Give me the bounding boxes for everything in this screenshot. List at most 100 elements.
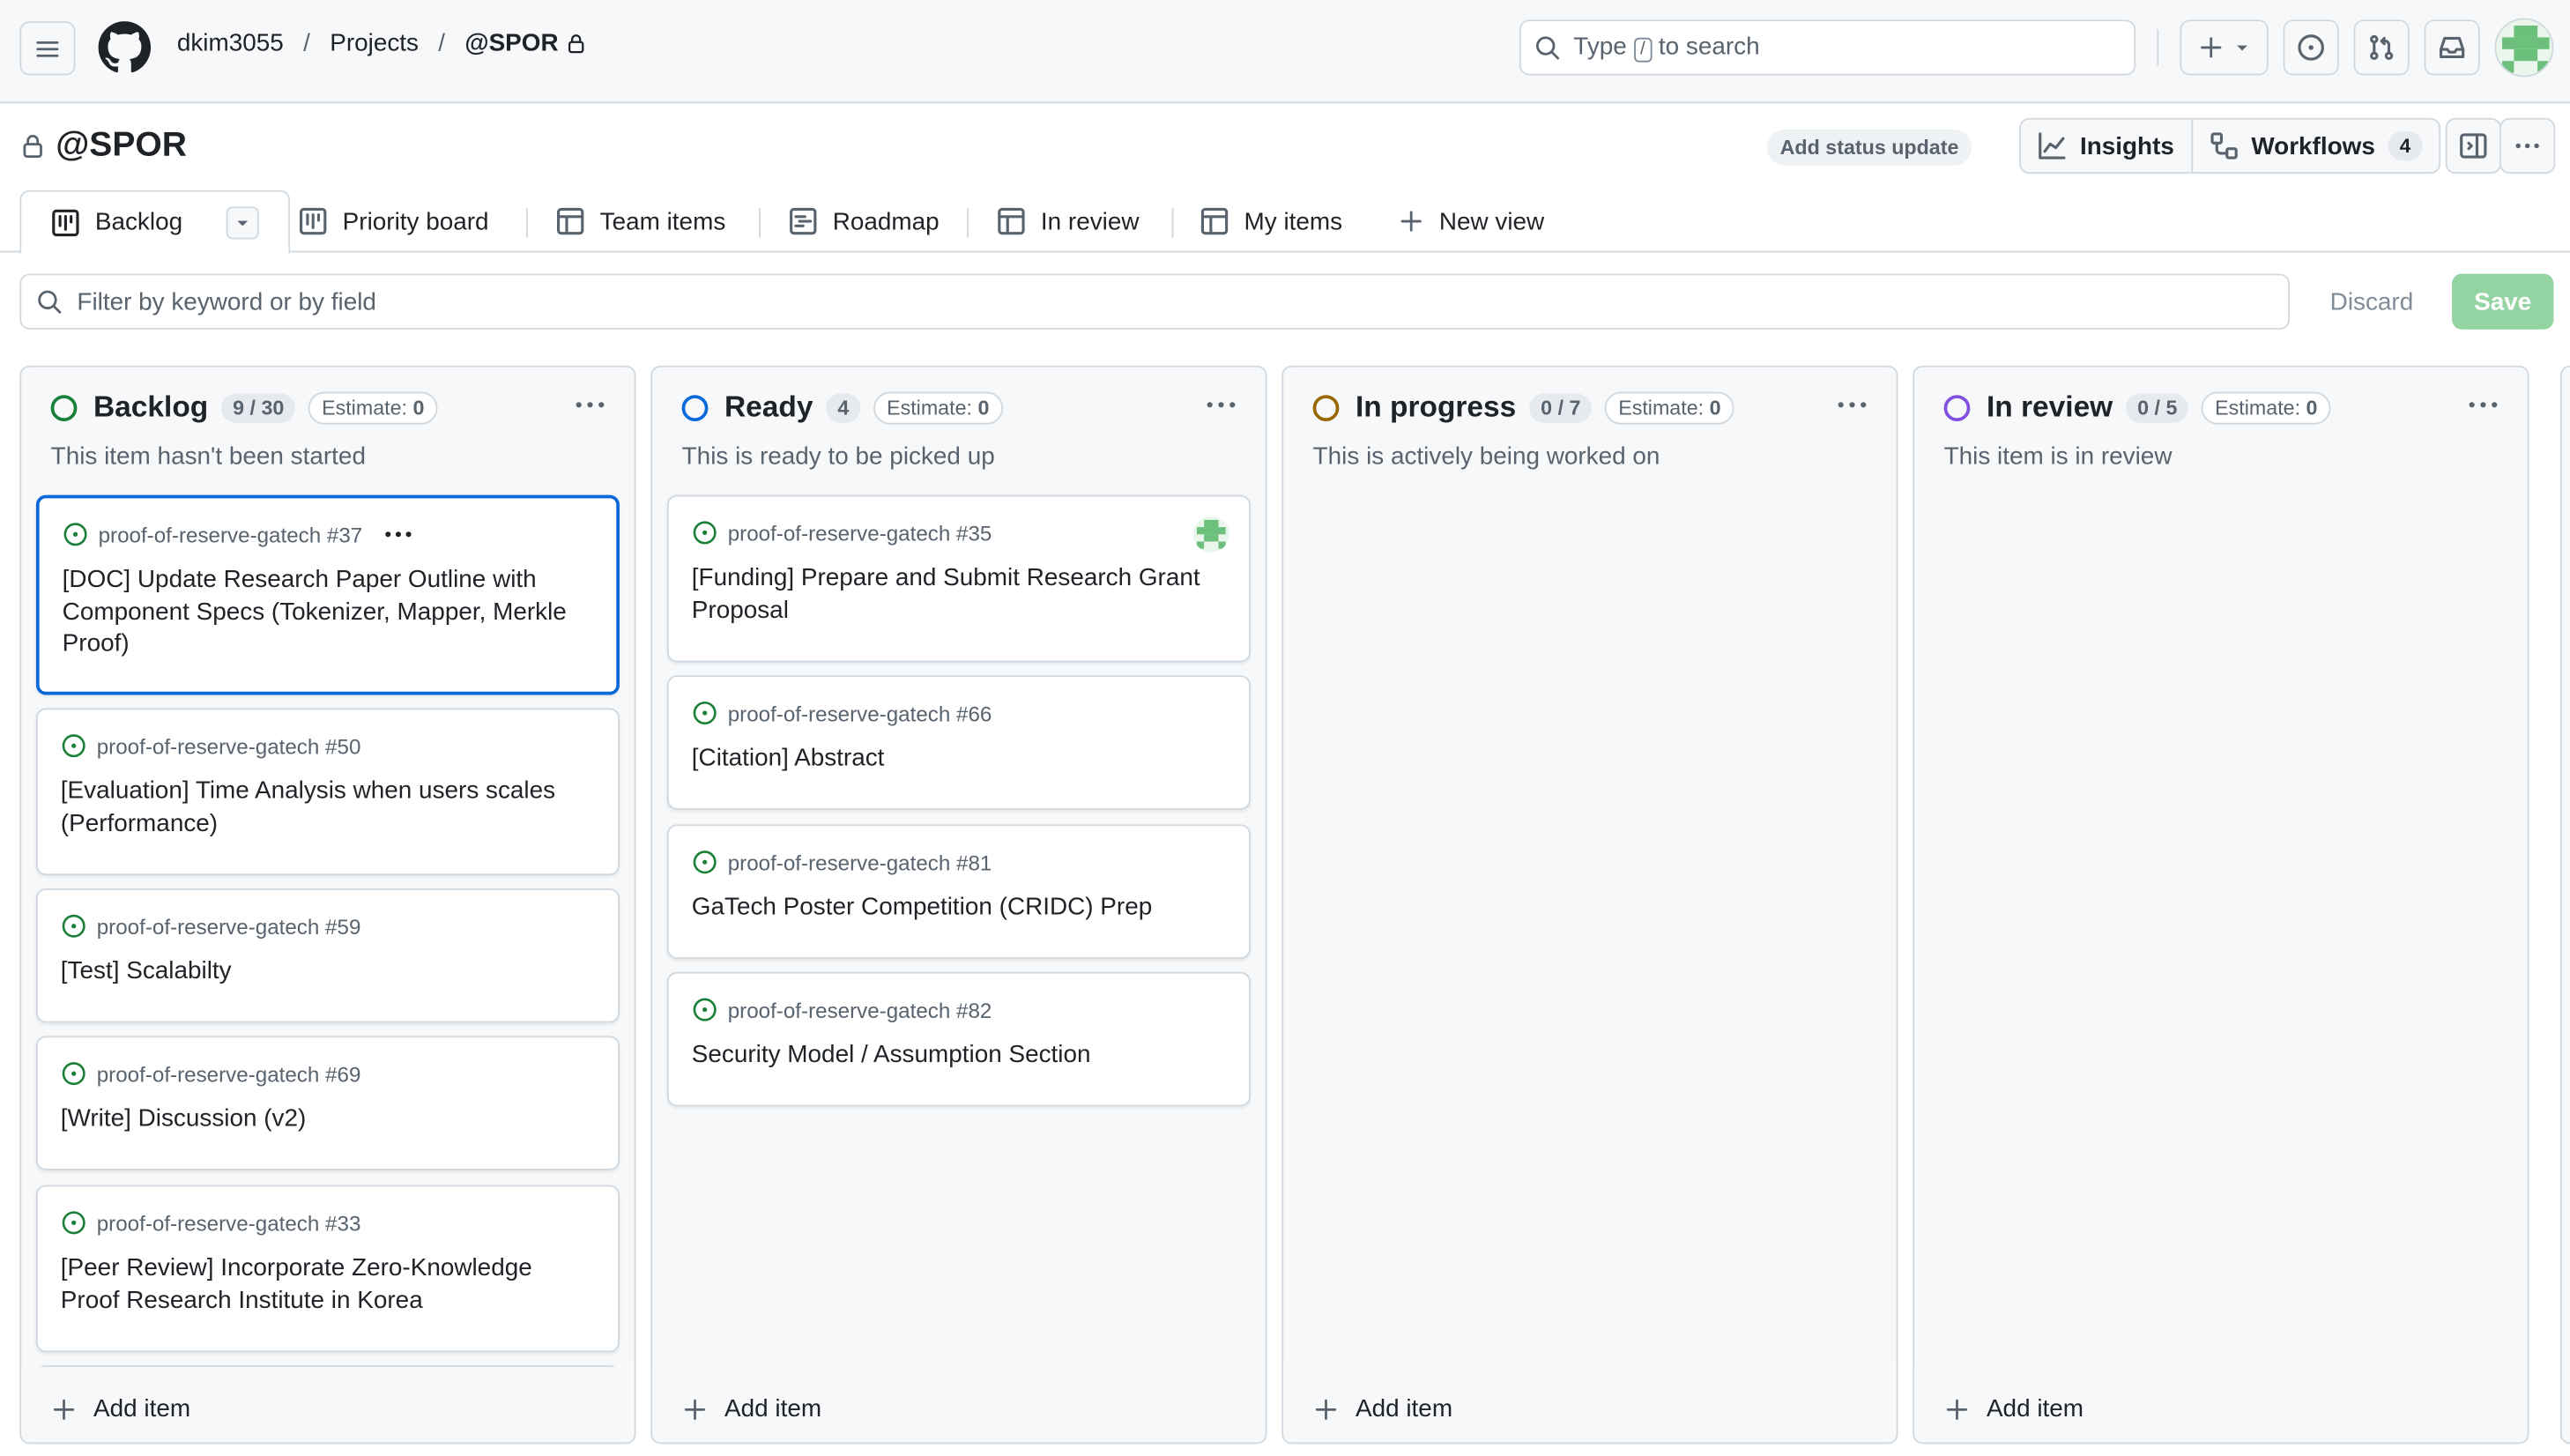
issue-card[interactable]: proof-of-reserve-gatech #35 [Funding] Pre… — [666, 494, 1251, 663]
insights-button[interactable]: Insights — [2021, 120, 2191, 173]
column-header: Ready 4 Estimate: 0 — [681, 390, 1003, 425]
project-title: @SPOR — [19, 126, 187, 166]
tab-in-review[interactable]: In review — [980, 190, 1155, 253]
table-icon — [557, 207, 584, 235]
column-description: This item is in review — [1943, 442, 2173, 471]
column-header: In progress 0 / 7 Estimate: 0 — [1312, 390, 1734, 425]
pull-requests-button[interactable] — [2353, 19, 2410, 76]
plus-icon — [2201, 37, 2222, 58]
plus-icon — [1946, 1398, 1968, 1420]
card-meta: proof-of-reserve-gatech #81 — [692, 849, 992, 875]
column-menu-button[interactable] — [2465, 387, 2501, 423]
project-menu-button[interactable] — [2499, 117, 2556, 175]
issue-card[interactable]: proof-of-reserve-gatech #81 GaTech Poster… — [666, 824, 1251, 959]
breadcrumb-current[interactable]: @SPOR — [464, 29, 586, 57]
card-title[interactable]: [Write] Discussion (v2) — [61, 1103, 595, 1135]
column-title: Ready — [724, 390, 813, 423]
card-title[interactable]: Security Model / Assumption Section — [692, 1039, 1226, 1071]
card-title[interactable]: [Peer Review] Incorporate Zero-Knowledge… — [61, 1252, 595, 1317]
tab-backlog[interactable]: Backlog — [19, 189, 291, 255]
issue-card[interactable]: proof-of-reserve-gatech #82 Security Mode… — [666, 971, 1251, 1107]
card-title[interactable]: GaTech Poster Competition (CRIDC) Prep — [692, 892, 1226, 924]
menu-button[interactable] — [19, 21, 76, 76]
card-title[interactable]: [Citation] Abstract — [692, 742, 1226, 774]
breadcrumb-owner[interactable]: dkim3055 — [177, 29, 284, 57]
kebab-horizontal-icon — [576, 402, 605, 408]
tab-divider — [967, 208, 969, 238]
column-description: This is actively being worked on — [1312, 442, 1660, 471]
add-item-button[interactable]: Add item — [51, 1395, 190, 1423]
kebab-horizontal-icon — [1838, 402, 1867, 408]
card-reference: proof-of-reserve-gatech #82 — [727, 997, 992, 1022]
tab-team-items[interactable]: Team items — [539, 190, 742, 253]
column-estimate: Estimate: 0 — [2202, 390, 2331, 424]
project-roadmap-icon — [790, 207, 817, 235]
issue-card[interactable]: proof-of-reserve-gatech #59 [Test] Scalab… — [35, 888, 620, 1023]
card-meta: proof-of-reserve-gatech #82 — [692, 997, 992, 1023]
card-title[interactable]: [Funding] Prepare and Submit Research Gr… — [692, 562, 1226, 627]
table-icon — [998, 207, 1025, 235]
search-icon — [38, 290, 62, 314]
user-avatar[interactable] — [2494, 18, 2554, 78]
tab-divider — [759, 208, 761, 238]
create-new-button[interactable] — [2180, 19, 2269, 76]
side-panel-toggle-button[interactable] — [2445, 117, 2501, 175]
issue-opened-icon — [62, 1062, 85, 1086]
issue-opened-icon — [62, 734, 85, 758]
header-divider — [2157, 29, 2159, 66]
git-pull-request-icon — [2370, 34, 2394, 61]
issue-opened-icon — [693, 998, 717, 1021]
issue-card[interactable]: proof-of-reserve-gatech #37 [DOC] Update … — [35, 494, 620, 695]
issue-opened-icon — [693, 521, 717, 545]
column-menu-button[interactable] — [1203, 387, 1239, 423]
card-title[interactable]: [Test] Scalabilty — [61, 955, 595, 987]
next-column-edge — [2559, 365, 2570, 1445]
column-menu-button[interactable] — [1834, 387, 1870, 423]
column-ready: Ready 4 Estimate: 0 This is ready to be pic… — [650, 365, 1267, 1445]
add-status-update-button[interactable]: Add status update — [1766, 129, 1972, 166]
issues-button[interactable] — [2283, 19, 2339, 76]
tab-label: In review — [1040, 207, 1140, 235]
github-logo-icon[interactable] — [98, 21, 152, 74]
assignee-avatar[interactable] — [1192, 516, 1229, 553]
tab-my-items[interactable]: My items — [1184, 190, 1359, 253]
card-menu-button[interactable] — [383, 523, 415, 546]
card-reference: proof-of-reserve-gatech #33 — [96, 1210, 361, 1236]
tab-roadmap[interactable]: Roadmap — [772, 190, 955, 253]
triangle-down-icon — [2237, 45, 2247, 51]
search-icon — [1536, 36, 1560, 60]
tab-priority-board[interactable]: Priority board — [282, 190, 505, 253]
global-search-input[interactable]: Type / to search — [1519, 19, 2136, 76]
new-view-button[interactable]: New view — [1382, 190, 1561, 253]
breadcrumb-projects[interactable]: Projects — [330, 29, 419, 57]
triangle-down-icon — [238, 219, 249, 226]
hamburger-icon — [36, 41, 59, 56]
issue-card[interactable]: proof-of-reserve-gatech #50 [Evaluation] … — [35, 708, 620, 876]
lock-icon — [568, 34, 583, 54]
add-item-button[interactable]: Add item — [1313, 1395, 1452, 1423]
column-backlog: Backlog 9 / 30 Estimate: 0 This item hasn't… — [19, 365, 636, 1445]
issue-card[interactable]: proof-of-reserve-gatech #66 [Citation] Ab… — [666, 675, 1251, 810]
search-hint: Type / to search — [1573, 33, 1760, 63]
save-button[interactable]: Save — [2452, 273, 2554, 330]
inbox-button[interactable] — [2424, 19, 2480, 76]
add-item-button[interactable]: Add item — [682, 1395, 821, 1423]
workflows-button[interactable]: Workflows 4 — [2190, 119, 2439, 173]
column-in-review: In review 0 / 5 Estimate: 0 This item is in… — [1913, 365, 2529, 1445]
card-reference: proof-of-reserve-gatech #50 — [96, 733, 361, 759]
filter-input[interactable]: Filter by keyword or by field — [19, 273, 2291, 330]
add-item-button[interactable]: Add item — [1944, 1395, 2083, 1423]
breadcrumb-separator: / — [303, 29, 310, 58]
column-estimate: Estimate: 0 — [308, 390, 438, 424]
discard-button[interactable]: Discard — [2307, 274, 2435, 330]
tab-label: Roadmap — [832, 207, 940, 235]
issue-card[interactable]: proof-of-reserve-gatech #33 [Peer Review]… — [35, 1185, 620, 1353]
column-description: This is ready to be picked up — [681, 442, 995, 471]
view-options-dropdown[interactable] — [227, 205, 260, 239]
issue-card[interactable]: proof-of-reserve-gatech #69 [Write] Discu… — [35, 1036, 620, 1170]
column-menu-button[interactable] — [572, 387, 608, 423]
card-reference: proof-of-reserve-gatech #59 — [96, 913, 361, 939]
inbox-icon — [2439, 36, 2465, 58]
card-title[interactable]: [DOC] Update Research Paper Outline with… — [63, 564, 594, 660]
card-title[interactable]: [Evaluation] Time Analysis when users sc… — [61, 776, 595, 840]
